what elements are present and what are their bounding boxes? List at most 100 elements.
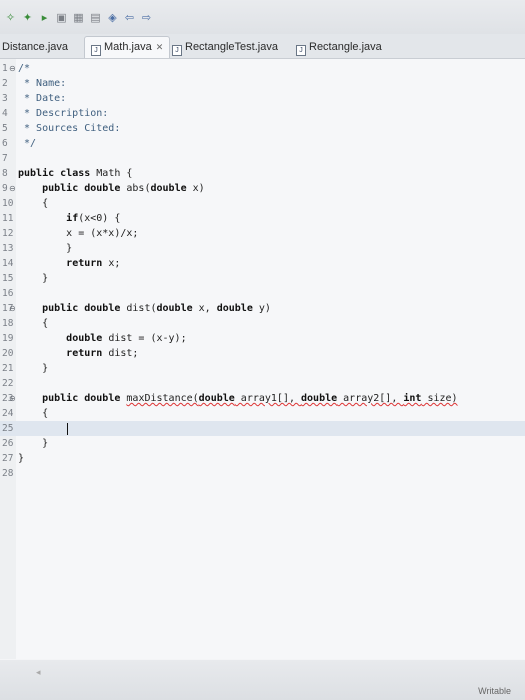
fold-toggle-icon[interactable]: ⊖: [9, 61, 16, 76]
code-line[interactable]: 14 return x;: [0, 256, 525, 271]
line-number: 5: [2, 123, 8, 134]
line-number: 24: [2, 408, 14, 419]
tab-label: RectangleTest.java: [185, 41, 278, 53]
code-line[interactable]: 23 ⊖ public double maxDistance(double arr…: [0, 391, 525, 406]
code-line[interactable]: 20 return dist;: [0, 346, 525, 361]
code-text: public double abs(double x): [42, 183, 205, 194]
tab-distance-java[interactable]: Distance.java: [2, 38, 68, 56]
line-number: 14: [2, 258, 14, 269]
fold-toggle-icon[interactable]: ⊖: [9, 301, 16, 316]
close-icon[interactable]: ✕: [156, 42, 164, 52]
code-line[interactable]: 19 double dist = (x-y);: [0, 331, 525, 346]
java-file-icon: J: [172, 45, 182, 56]
code-line[interactable]: 1 ⊖/*: [0, 61, 525, 76]
line-number: 21: [2, 363, 14, 374]
code-line[interactable]: 28: [0, 466, 525, 481]
tab-rectangletest-java[interactable]: J RectangleTest.java: [172, 38, 278, 56]
code-line[interactable]: 26 }: [0, 436, 525, 451]
line-number: 4: [2, 108, 8, 119]
code-editor[interactable]: 1 ⊖/* 2 * Name: 3 * Date: 4 * Description: 5 …: [0, 59, 525, 659]
code-line[interactable]: 15 }: [0, 271, 525, 286]
code-line[interactable]: 6 */: [0, 136, 525, 151]
code-text: * Name:: [18, 78, 67, 89]
code-line[interactable]: 17 ⊖ public double dist(double x, double …: [0, 301, 525, 316]
code-text: }: [18, 363, 49, 374]
line-number: 22: [2, 378, 14, 389]
line-number: 6: [2, 138, 8, 149]
debug-icon[interactable]: ▸: [38, 11, 51, 24]
line-number: 20: [2, 348, 14, 359]
code-text: */: [18, 138, 37, 149]
code-line[interactable]: 10 {: [0, 196, 525, 211]
code-line[interactable]: 8 public class Math {: [0, 166, 525, 181]
fold-toggle-icon[interactable]: ⊖: [9, 181, 16, 196]
line-number: 7: [2, 153, 8, 164]
code-line[interactable]: 22: [0, 376, 525, 391]
save-icon[interactable]: ▦: [72, 11, 85, 24]
code-line[interactable]: 11 if(x<0) {: [0, 211, 525, 226]
code-text: x = (x*x)/x;: [18, 228, 139, 239]
tab-label: Rectangle.java: [309, 41, 382, 53]
code-text: public class Math {: [18, 168, 133, 179]
code-line[interactable]: 2 * Name:: [0, 76, 525, 91]
code-line[interactable]: 7: [0, 151, 525, 166]
status-bar: Writable: [0, 660, 525, 700]
main-toolbar: ✧ ✦ ▸ ▣ ▦ ▤ ◈ ⇦ ⇨: [0, 0, 525, 34]
new-file-icon[interactable]: ▣: [55, 11, 68, 24]
run-icon[interactable]: ✦: [21, 11, 34, 24]
code-text: {: [18, 198, 49, 209]
line-number: 3: [2, 93, 8, 104]
code-line[interactable]: 18 {: [0, 316, 525, 331]
format-icon[interactable]: ◈: [106, 11, 119, 24]
fold-toggle-icon[interactable]: ⊖: [9, 391, 16, 406]
tab-math-java[interactable]: J Math.java ✕: [84, 36, 171, 58]
line-number: 25: [2, 423, 14, 434]
code-line[interactable]: 21 }: [0, 361, 525, 376]
nav-forward-icon[interactable]: ⇨: [140, 11, 153, 24]
code-line[interactable]: 9 ⊖ public double abs(double x): [0, 181, 525, 196]
code-text: if(x<0) {: [66, 213, 121, 224]
tab-rectangle-java[interactable]: J Rectangle.java: [296, 38, 382, 56]
line-number: 19: [2, 333, 14, 344]
code-text: public double maxDistance(double array1[…: [42, 393, 458, 404]
code-line[interactable]: 4 * Description:: [0, 106, 525, 121]
line-number: 26: [2, 438, 14, 449]
java-file-icon: J: [296, 45, 306, 56]
line-number: 11: [2, 213, 14, 224]
line-number: 28: [2, 468, 14, 479]
line-number: 2: [2, 78, 8, 89]
code-text: * Date:: [18, 93, 67, 104]
line-number: 15: [2, 273, 14, 284]
java-file-icon: J: [91, 45, 101, 56]
status-writable: Writable: [478, 686, 511, 696]
code-text: * Sources Cited:: [18, 123, 121, 134]
code-text: }: [18, 243, 73, 254]
code-line[interactable]: 27}: [0, 451, 525, 466]
line-number: 13: [2, 243, 14, 254]
code-line[interactable]: 24 {: [0, 406, 525, 421]
code-text: return dist;: [66, 348, 139, 359]
code-text: }: [18, 453, 25, 464]
line-number: 16: [2, 288, 14, 299]
code-line[interactable]: 25: [0, 421, 525, 436]
code-line[interactable]: 16: [0, 286, 525, 301]
text-caret: [67, 423, 68, 435]
code-line[interactable]: 5 * Sources Cited:: [0, 121, 525, 136]
code-text: }: [18, 438, 49, 449]
line-number: 18: [2, 318, 14, 329]
scroll-left-icon[interactable]: ◂: [36, 668, 48, 678]
code-line[interactable]: 3 * Date:: [0, 91, 525, 106]
code-text: }: [18, 273, 49, 284]
line-number: 27: [2, 453, 14, 464]
code-line[interactable]: 12 x = (x*x)/x;: [0, 226, 525, 241]
code-text: {: [18, 408, 49, 419]
code-line[interactable]: 13 }: [0, 241, 525, 256]
editor-tab-bar: Distance.java J Math.java ✕ J RectangleTest…: [0, 34, 525, 59]
code-text: double dist = (x-y);: [66, 333, 187, 344]
build-icon[interactable]: ▤: [89, 11, 102, 24]
nav-back-icon[interactable]: ⇦: [123, 11, 136, 24]
line-number: 10: [2, 198, 14, 209]
code-text: public double dist(double x, double y): [42, 303, 271, 314]
pin-icon[interactable]: ✧: [4, 11, 17, 24]
line-number: 12: [2, 228, 14, 239]
